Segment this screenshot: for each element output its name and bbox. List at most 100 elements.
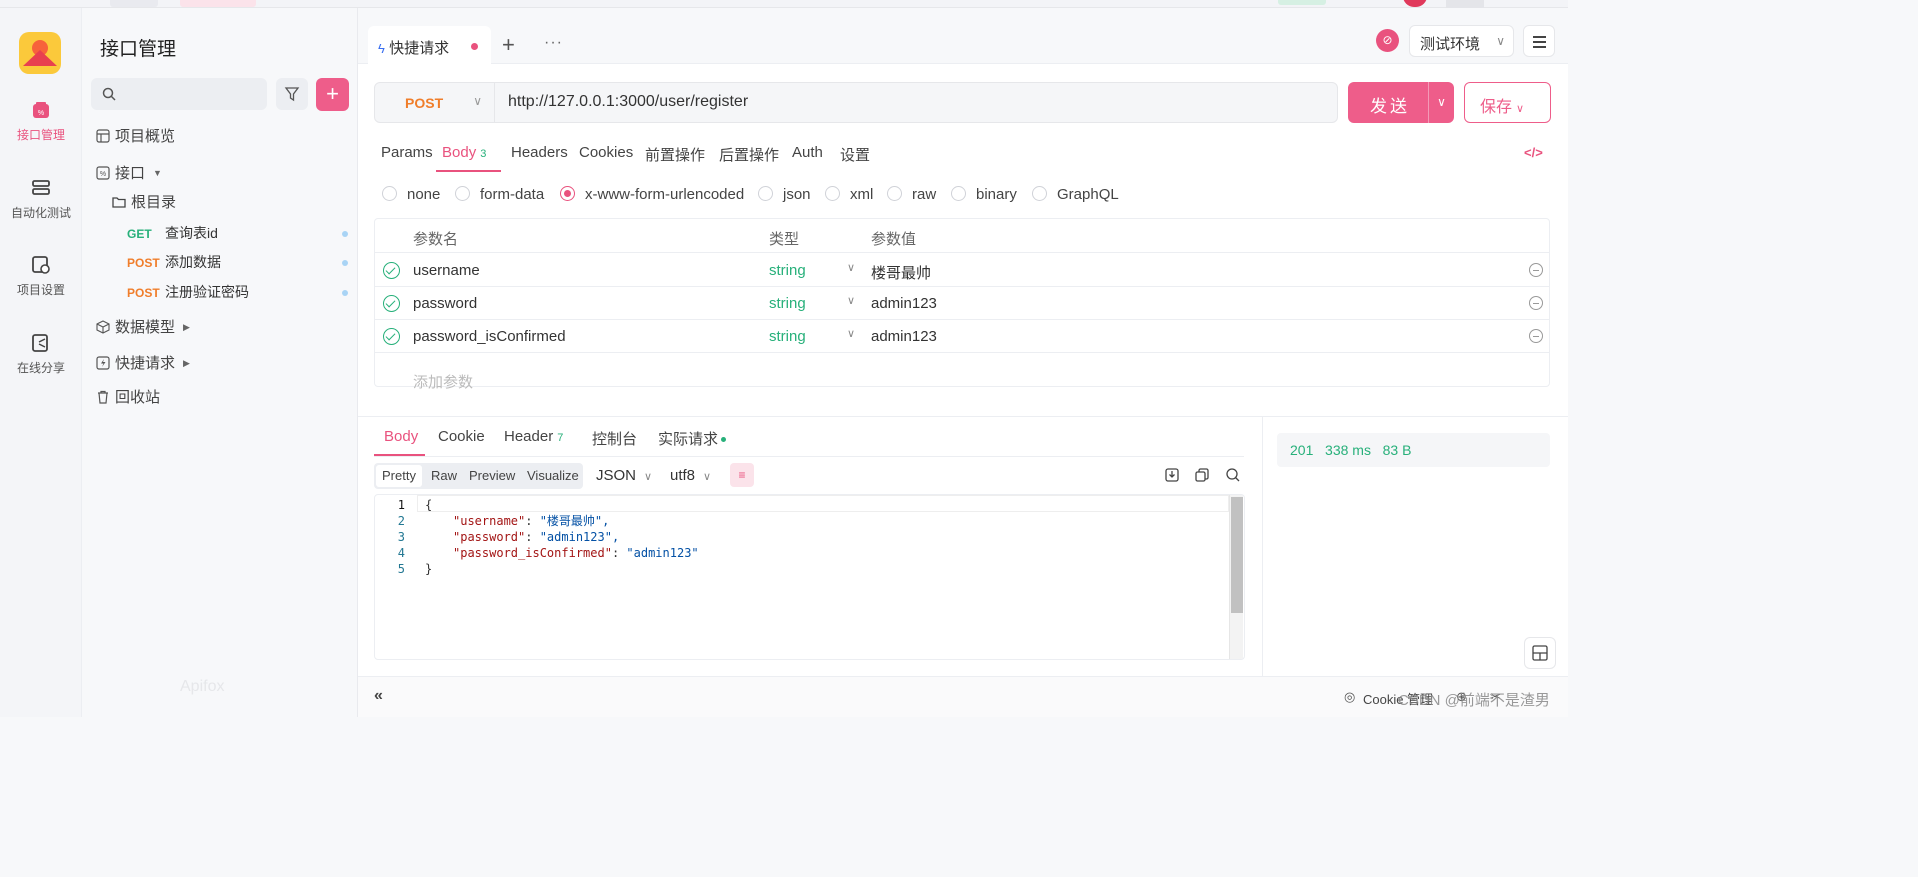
tree-label: 回收站 bbox=[115, 389, 161, 406]
radio-graphql[interactable]: GraphQL bbox=[1032, 186, 1119, 203]
svg-text:%: % bbox=[100, 171, 106, 178]
tree-item-models[interactable]: 数据模型 ▶ bbox=[96, 316, 190, 338]
caret-right-icon[interactable]: ▶ bbox=[183, 352, 190, 374]
search-icon[interactable] bbox=[1225, 467, 1241, 483]
tree-item-quick[interactable]: 快捷请求 ▶ bbox=[96, 352, 190, 374]
code-icon[interactable]: </> bbox=[1524, 145, 1543, 160]
more-tabs-button[interactable]: ··· bbox=[544, 34, 563, 52]
tab-res-console[interactable]: 控制台 bbox=[592, 428, 637, 449]
encoding-select[interactable]: utf8 ∨ bbox=[670, 467, 711, 484]
window-tab-active[interactable] bbox=[180, 0, 256, 7]
url-input[interactable]: http://127.0.0.1:3000/user/register bbox=[508, 93, 748, 111]
tab-res-actual[interactable]: 实际请求 bbox=[658, 428, 727, 449]
nav-automation[interactable]: 自动化测试 bbox=[0, 178, 82, 221]
tab-res-header[interactable]: Header 7 bbox=[504, 428, 563, 445]
radio-raw[interactable]: raw bbox=[887, 186, 936, 203]
param-name[interactable]: username bbox=[413, 262, 480, 279]
api-item[interactable]: POST 添加数据 bbox=[127, 250, 352, 274]
format-raw[interactable]: Raw bbox=[431, 468, 457, 483]
download-icon[interactable] bbox=[1164, 467, 1180, 483]
window-tab[interactable] bbox=[110, 0, 158, 7]
save-button[interactable]: 保存 ∨ bbox=[1464, 82, 1551, 123]
scrollbar-thumb[interactable] bbox=[1231, 497, 1243, 613]
caret-down-icon[interactable]: ▼ bbox=[153, 162, 162, 184]
new-tab-button[interactable]: + bbox=[502, 32, 515, 58]
cookie-icon[interactable]: ◎ bbox=[1344, 689, 1360, 705]
tab-res-body[interactable]: Body bbox=[384, 428, 418, 445]
radio-binary[interactable]: binary bbox=[951, 186, 1017, 203]
param-value[interactable]: 楼哥最帅 bbox=[871, 262, 931, 283]
enabled-checkbox[interactable] bbox=[383, 262, 400, 279]
env-label: 测试环境 bbox=[1420, 36, 1481, 53]
tree-item-overview[interactable]: 项目概览 bbox=[96, 126, 175, 148]
chevron-down-icon[interactable]: ∨ bbox=[847, 261, 855, 274]
tab-params[interactable]: Params bbox=[381, 144, 433, 161]
api-item[interactable]: GET 查询表id bbox=[127, 221, 352, 245]
collapse-sidebar-icon[interactable]: « bbox=[374, 687, 383, 705]
remove-icon[interactable] bbox=[1529, 329, 1543, 343]
copy-icon[interactable] bbox=[1194, 467, 1210, 483]
param-type[interactable]: string bbox=[769, 328, 806, 345]
enabled-checkbox[interactable] bbox=[383, 295, 400, 312]
param-value[interactable]: admin123 bbox=[871, 328, 937, 345]
tab-cookies[interactable]: Cookies bbox=[579, 144, 633, 161]
layout-toggle-button[interactable] bbox=[1524, 637, 1556, 669]
format-preview[interactable]: Preview bbox=[469, 468, 515, 483]
tab-res-cookie[interactable]: Cookie bbox=[438, 428, 485, 445]
radio-form-data[interactable]: form-data bbox=[455, 186, 544, 203]
tab-label: Header bbox=[504, 428, 554, 445]
response-size: 83 B bbox=[1382, 442, 1412, 458]
format-pretty[interactable]: Pretty bbox=[376, 465, 422, 487]
method-select[interactable]: POST ∨ bbox=[375, 83, 495, 122]
param-name[interactable]: password_isConfirmed bbox=[413, 328, 566, 345]
chevron-down-icon[interactable]: ∨ bbox=[847, 294, 855, 307]
tree-item-interfaces[interactable]: % 接口 ▼ bbox=[96, 162, 162, 184]
add-button[interactable]: + bbox=[316, 78, 349, 111]
param-name[interactable]: password bbox=[413, 295, 477, 312]
param-type[interactable]: string bbox=[769, 262, 806, 279]
tab-body[interactable]: Body 3 bbox=[442, 144, 486, 161]
menu-button[interactable] bbox=[1523, 25, 1555, 57]
code-text: } bbox=[425, 562, 433, 576]
trash-icon bbox=[98, 390, 108, 404]
radio-none[interactable]: none bbox=[382, 186, 440, 203]
chevron-down-icon: ∨ bbox=[473, 94, 482, 108]
param-value[interactable]: admin123 bbox=[871, 295, 937, 312]
param-type[interactable]: string bbox=[769, 295, 806, 312]
remove-icon[interactable] bbox=[1529, 296, 1543, 310]
status-bar: « ◎ Cookie 管理 ⊕ ✂ CSDN @前端不是渣男 bbox=[358, 676, 1568, 717]
environment-select[interactable]: 测试环境 ∨ bbox=[1409, 25, 1514, 57]
caret-right-icon[interactable]: ▶ bbox=[183, 316, 190, 338]
method-label: POST bbox=[405, 95, 444, 111]
send-button[interactable]: 发送 ∨ bbox=[1348, 82, 1454, 123]
tree-item-root[interactable]: 根目录 bbox=[112, 192, 176, 214]
radio-xml[interactable]: xml bbox=[825, 186, 873, 203]
response-code-editor[interactable]: 1{ 2 "username": "楼哥最帅", 3 "password": "ad… bbox=[374, 494, 1245, 660]
wrap-lines-icon[interactable]: ≡ bbox=[730, 463, 754, 487]
chevron-down-icon[interactable]: ∨ bbox=[847, 327, 855, 340]
enabled-checkbox[interactable] bbox=[383, 328, 400, 345]
radio-json[interactable]: json bbox=[758, 186, 811, 203]
api-item[interactable]: POST 注册验证密码 bbox=[127, 280, 352, 304]
tab-headers[interactable]: Headers bbox=[511, 144, 568, 161]
send-dropdown-icon[interactable]: ∨ bbox=[1428, 82, 1454, 123]
language-select[interactable]: JSON ∨ bbox=[596, 467, 652, 484]
nav-share[interactable]: 在线分享 bbox=[0, 333, 82, 376]
tab-quick-request[interactable]: ϟ 快捷请求 bbox=[368, 26, 491, 66]
tab-pre-ops[interactable]: 前置操作 bbox=[645, 144, 705, 165]
environment-icon[interactable]: ⊘ bbox=[1376, 29, 1399, 52]
nav-project-settings[interactable]: 项目设置 bbox=[0, 255, 82, 298]
tab-settings[interactable]: 设置 bbox=[840, 144, 870, 165]
filter-button[interactable] bbox=[276, 78, 308, 110]
tree-item-trash[interactable]: 回收站 bbox=[96, 387, 160, 409]
tab-auth[interactable]: Auth bbox=[792, 144, 823, 161]
add-param-input[interactable]: 添加参数 bbox=[413, 371, 473, 392]
remove-icon[interactable] bbox=[1529, 263, 1543, 277]
radio-urlencoded[interactable]: x-www-form-urlencoded bbox=[560, 186, 744, 203]
search-input[interactable] bbox=[91, 78, 267, 110]
notification-icon[interactable] bbox=[1403, 0, 1427, 7]
scrollbar[interactable] bbox=[1229, 495, 1243, 659]
format-visualize[interactable]: Visualize bbox=[527, 468, 579, 483]
nav-api-management[interactable]: % 接口管理 bbox=[0, 100, 82, 143]
tab-post-ops[interactable]: 后置操作 bbox=[719, 144, 779, 165]
